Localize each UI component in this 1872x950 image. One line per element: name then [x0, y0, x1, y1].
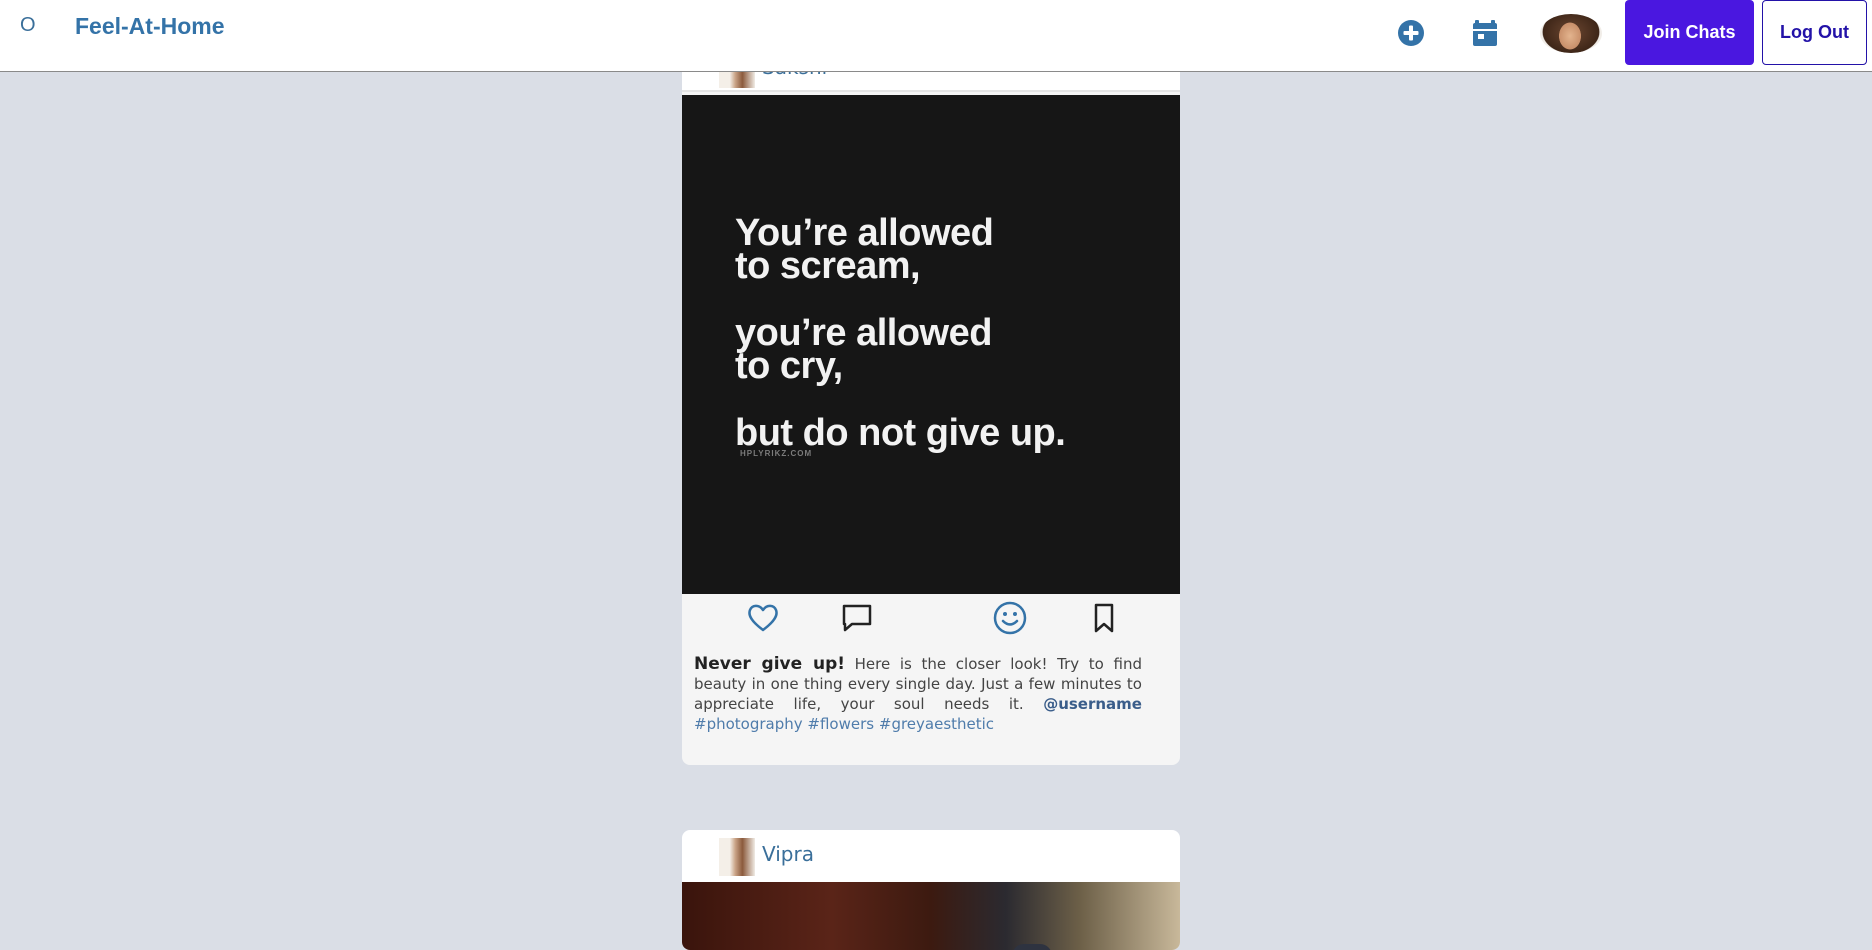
image-watermark: HPLYRIKZ.COM	[740, 449, 813, 458]
post-actions	[682, 600, 1180, 644]
logo-icon[interactable]: O	[20, 14, 36, 37]
caption-mention[interactable]: @username	[1043, 695, 1142, 713]
post-card: Sakshi You’re allowed to scream, you’re …	[682, 20, 1180, 765]
author-name[interactable]: Vipra	[762, 842, 814, 866]
brand-title[interactable]: Feel-At-Home	[75, 13, 225, 40]
quote-line-group-3: but do not give up.	[735, 412, 1066, 454]
quote-line-group-1: You’re allowed to scream,	[735, 212, 994, 287]
post-card: Vipra	[682, 830, 1180, 950]
post-caption: Never give up! Here is the closer look! …	[694, 654, 1142, 734]
caption-title: Never give up!	[694, 654, 845, 674]
post-image	[682, 882, 1180, 950]
like-button[interactable]	[745, 600, 781, 636]
heart-icon	[748, 604, 778, 632]
join-chats-button[interactable]: Join Chats	[1625, 0, 1754, 65]
post-image: You’re allowed to scream, you’re allowed…	[682, 95, 1180, 594]
add-post-icon[interactable]	[1396, 18, 1426, 48]
hashtag-flowers[interactable]: #flowers	[807, 715, 874, 733]
bookmark-icon	[1094, 603, 1114, 633]
comment-icon	[842, 604, 872, 632]
comment-button[interactable]	[839, 600, 875, 636]
smiley-icon	[993, 601, 1027, 635]
image-chair	[1012, 944, 1052, 950]
avatar[interactable]	[1540, 14, 1602, 53]
save-button[interactable]	[1086, 600, 1122, 636]
top-navigation-bar: O Feel-At-Home Join Chats Log Out	[0, 0, 1872, 72]
author-avatar[interactable]	[719, 838, 755, 876]
calendar-icon	[1473, 20, 1497, 46]
hashtag-greyaesthetic[interactable]: #greyaesthetic	[879, 715, 994, 733]
react-button[interactable]	[992, 600, 1028, 636]
hashtag-photography[interactable]: #photography	[694, 715, 803, 733]
calendar-button[interactable]	[1470, 18, 1500, 48]
log-out-button[interactable]: Log Out	[1762, 0, 1867, 65]
plus-circle-icon	[1398, 20, 1424, 46]
quote-line-group-2: you’re allowed to cry,	[735, 312, 992, 387]
